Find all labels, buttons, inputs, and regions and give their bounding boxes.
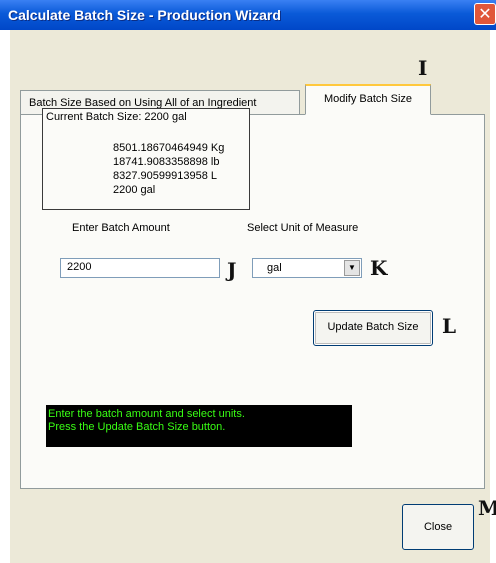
batch-amount-input[interactable]: 2200	[60, 258, 220, 278]
tab-modify-batch-size[interactable]: Modify Batch Size	[305, 84, 431, 115]
marker-i: I	[418, 56, 428, 80]
right-edge	[490, 30, 496, 563]
title-bar: Calculate Batch Size - Production Wizard…	[0, 0, 496, 30]
close-window-icon[interactable]: ✕	[474, 3, 496, 25]
marker-k: K	[370, 256, 388, 280]
conversion-gal: 2200 gal	[113, 184, 156, 196]
wizard-window: Calculate Batch Size - Production Wizard…	[0, 0, 496, 563]
window-title: Calculate Batch Size - Production Wizard	[8, 7, 281, 23]
amount-label: Enter Batch Amount	[72, 222, 170, 234]
status-line-1: Enter the batch amount and select units.	[48, 408, 245, 420]
conversion-lb: 18741.9083358898 lb	[113, 156, 220, 168]
close-button[interactable]: Close	[402, 504, 474, 550]
status-line-2: Press the Update Batch Size button.	[48, 421, 226, 433]
marker-m: M	[478, 496, 496, 520]
unit-select-value: gal	[267, 262, 282, 274]
marker-j: J	[227, 258, 237, 282]
left-edge	[0, 30, 10, 563]
status-message: Enter the batch amount and select units.…	[46, 405, 352, 447]
update-batch-size-button[interactable]: Update Batch Size	[313, 310, 433, 346]
conversion-l: 8327.90599913958 L	[113, 170, 217, 182]
unit-select[interactable]: gal ▼	[252, 258, 362, 278]
unit-label: Select Unit of Measure	[247, 222, 359, 234]
marker-l: L	[442, 314, 457, 338]
chevron-down-icon[interactable]: ▼	[344, 260, 360, 276]
conversion-list: 8501.18670464949 Kg 18741.9083358898 lb …	[113, 141, 224, 197]
current-batch-title: Current Batch Size: 2200 gal	[46, 111, 187, 123]
conversion-kg: 8501.18670464949 Kg	[113, 142, 225, 154]
current-batch-group: Current Batch Size: 2200 gal 8501.186704…	[42, 108, 250, 210]
